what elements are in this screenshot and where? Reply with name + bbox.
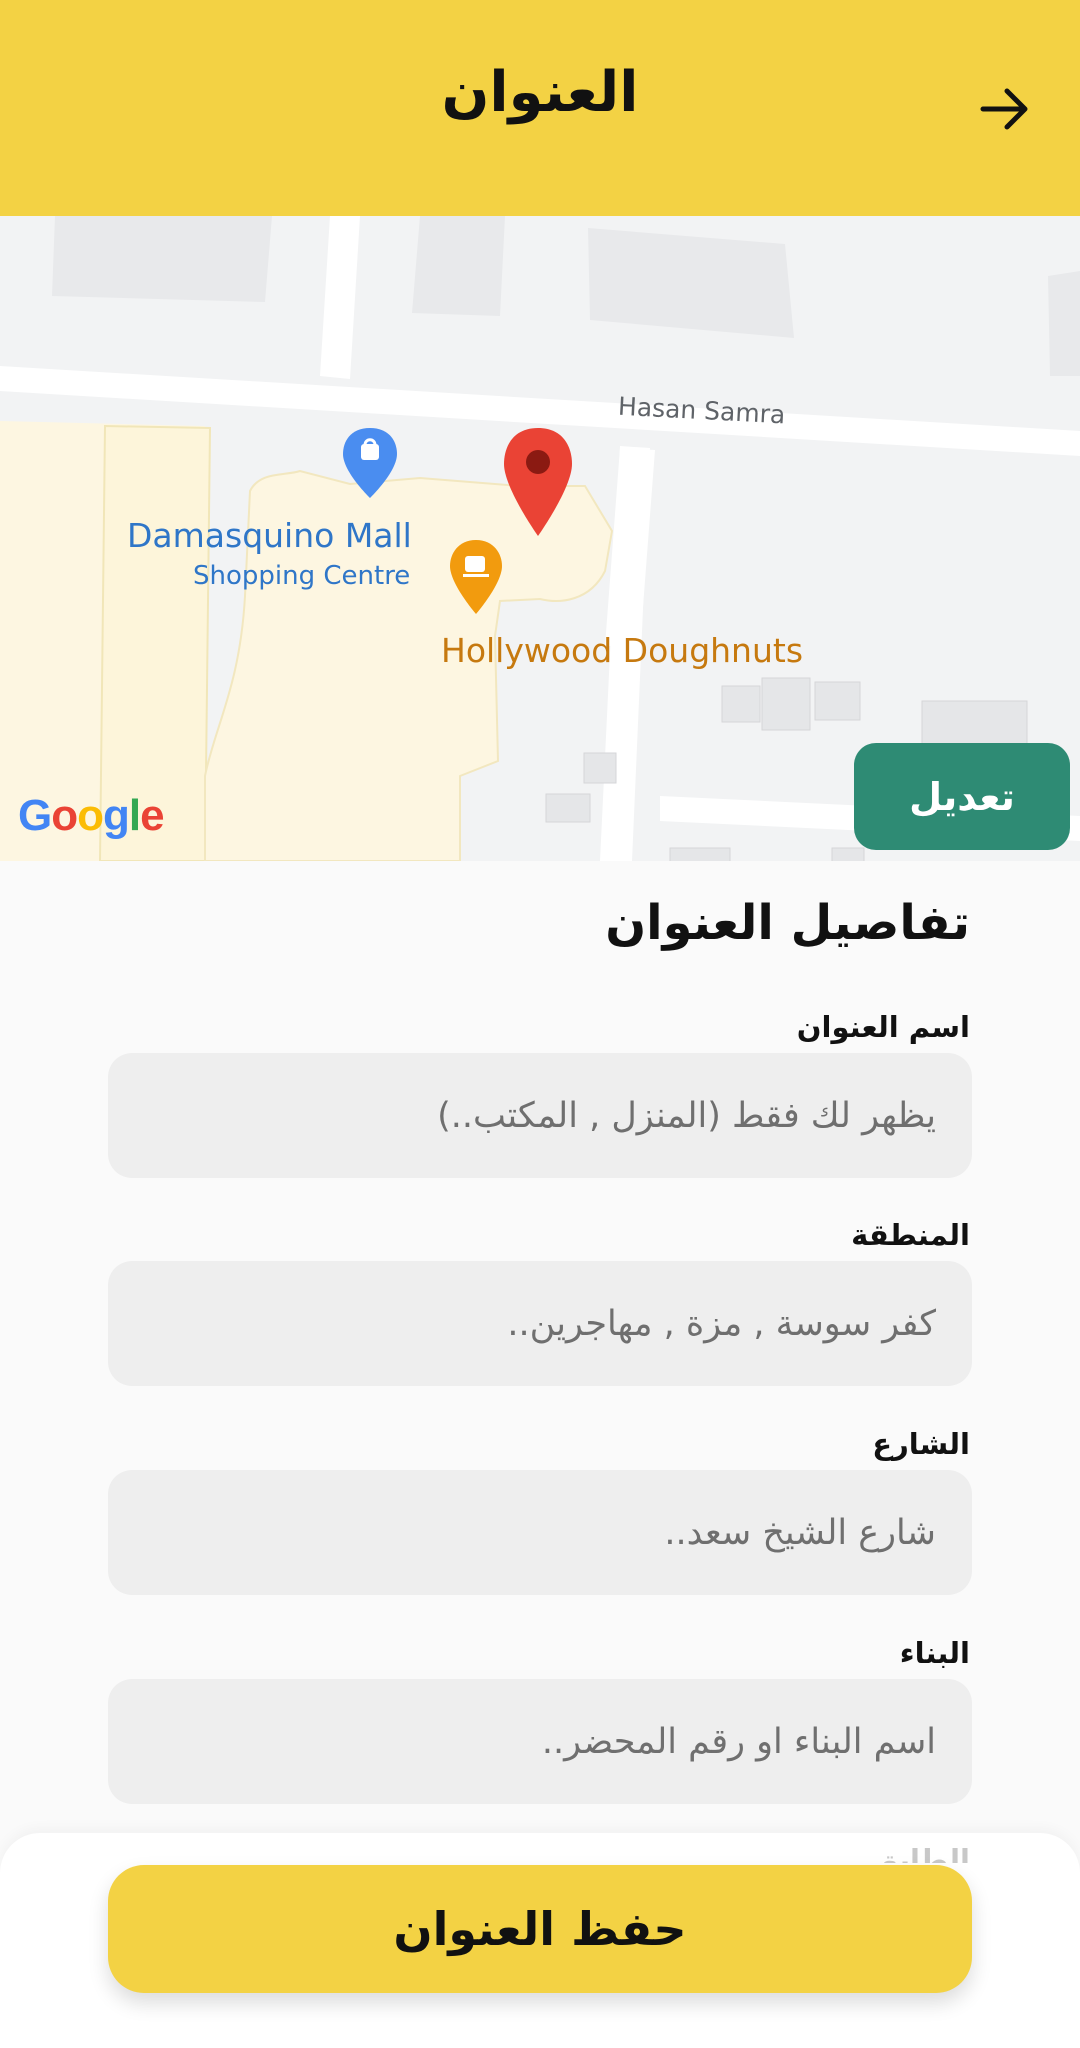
building-label: البناء <box>899 1636 970 1670</box>
save-address-button[interactable]: حفظ العنوان <box>108 1865 972 1993</box>
map-view[interactable]: Hasan Samra Damasquino Mall Shopping Cen… <box>0 216 1080 861</box>
mall-label: Damasquino Mall <box>127 516 412 555</box>
edit-location-button[interactable]: تعديل <box>854 743 1070 850</box>
floor-label: الطابق <box>873 1843 970 1863</box>
arrow-right-icon <box>980 88 1028 130</box>
street-input[interactable] <box>108 1470 972 1595</box>
building-input[interactable] <box>108 1679 972 1804</box>
mall-sublabel: Shopping Centre <box>193 561 411 591</box>
app-header: العنوان <box>0 0 1080 216</box>
google-logo: Google <box>18 791 165 840</box>
street-field-label: الشارع <box>872 1427 970 1461</box>
area-input[interactable] <box>108 1261 972 1386</box>
back-button[interactable] <box>970 74 1040 144</box>
section-title: تفاصيل العنوان <box>605 895 970 951</box>
address-name-input[interactable] <box>108 1053 972 1178</box>
address-name-label: اسم العنوان <box>796 1010 970 1044</box>
area-label: المنطقة <box>851 1218 970 1252</box>
page-title: العنوان <box>441 60 639 125</box>
poi-label: Hollywood Doughnuts <box>441 631 804 670</box>
